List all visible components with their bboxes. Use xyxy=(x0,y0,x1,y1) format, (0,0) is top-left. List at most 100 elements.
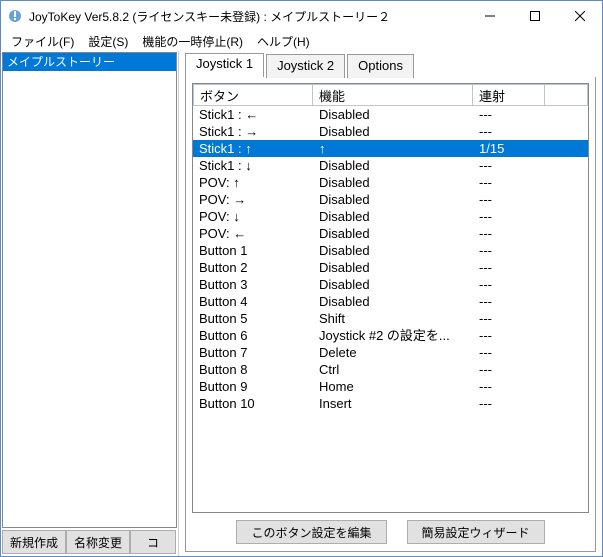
cell-function: Insert xyxy=(313,395,473,412)
cell-button: Button 5 xyxy=(193,310,313,327)
app-icon xyxy=(7,8,23,24)
col-filler xyxy=(545,84,588,106)
cell-rapid: --- xyxy=(473,344,545,361)
cell-function: Disabled xyxy=(313,259,473,276)
cell-function: Joystick #2 の設定を... xyxy=(313,327,473,344)
cell-function: Disabled xyxy=(313,208,473,225)
main-panel: Joystick 1Joystick 2Options ボタン 機能 連射 St… xyxy=(179,51,602,556)
table-row[interactable]: Button 2Disabled--- xyxy=(193,259,588,276)
cell-function: Disabled xyxy=(313,276,473,293)
menu-settings[interactable]: 設定(S) xyxy=(82,31,134,52)
cell-function: Disabled xyxy=(313,174,473,191)
cell-button: Stick1 : ← xyxy=(193,106,313,123)
cell-button: Button 2 xyxy=(193,259,313,276)
cell-rapid: 1/15 xyxy=(473,140,545,157)
cell-button: POV: → xyxy=(193,191,313,208)
cell-button: POV: ↑ xyxy=(193,174,313,191)
table-row[interactable]: Button 8Ctrl--- xyxy=(193,361,588,378)
cell-button: Button 1 xyxy=(193,242,313,259)
new-profile-button[interactable]: 新規作成 xyxy=(2,530,66,554)
titlebar[interactable]: JoyToKey Ver5.8.2 (ライセンスキー未登録) : メイプルストー… xyxy=(1,1,602,31)
easy-config-wizard[interactable]: 簡易設定ウィザード xyxy=(407,520,545,544)
minimize-button[interactable] xyxy=(467,1,512,31)
cell-button: Stick1 : ↓ xyxy=(193,157,313,174)
table-row[interactable]: Button 3Disabled--- xyxy=(193,276,588,293)
cell-button: Stick1 : → xyxy=(193,123,313,140)
sidebar-buttons: 新規作成 名称変更 コ xyxy=(1,528,178,556)
profile-list[interactable]: メイプルストーリー xyxy=(2,52,177,528)
cell-function: ↑ xyxy=(313,140,473,157)
cell-button: Button 8 xyxy=(193,361,313,378)
cell-rapid: --- xyxy=(473,395,545,412)
table-row[interactable]: Stick1 : ↓Disabled--- xyxy=(193,157,588,174)
tab-panel: ボタン 機能 連射 Stick1 : ←Disabled---Stick1 : … xyxy=(185,77,596,552)
close-button[interactable] xyxy=(557,1,602,31)
tab-joystick-2[interactable]: Joystick 2 xyxy=(266,54,345,78)
cell-rapid: --- xyxy=(473,242,545,259)
cell-button: Button 7 xyxy=(193,344,313,361)
table-row[interactable]: Button 4Disabled--- xyxy=(193,293,588,310)
menu-pause[interactable]: 機能の一時停止(R) xyxy=(136,31,249,52)
bottom-buttons: このボタン設定を編集 簡易設定ウィザード xyxy=(192,513,589,545)
cell-rapid: --- xyxy=(473,378,545,395)
table-row[interactable]: POV: →Disabled--- xyxy=(193,191,588,208)
cell-function: Shift xyxy=(313,310,473,327)
cell-button: POV: ↓ xyxy=(193,208,313,225)
cell-function: Disabled xyxy=(313,123,473,140)
tabs: Joystick 1Joystick 2Options xyxy=(185,53,596,77)
table-row[interactable]: POV: ←Disabled--- xyxy=(193,225,588,242)
maximize-button[interactable] xyxy=(512,1,557,31)
cell-function: Disabled xyxy=(313,106,473,123)
cell-function: Disabled xyxy=(313,225,473,242)
listview-body[interactable]: Stick1 : ←Disabled---Stick1 : →Disabled-… xyxy=(193,106,588,512)
cell-rapid: --- xyxy=(473,191,545,208)
profile-item[interactable]: メイプルストーリー xyxy=(3,53,176,71)
table-row[interactable]: Stick1 : ←Disabled--- xyxy=(193,106,588,123)
cell-button: POV: ← xyxy=(193,225,313,242)
table-row[interactable]: Button 9Home--- xyxy=(193,378,588,395)
cell-function: Home xyxy=(313,378,473,395)
table-row[interactable]: Button 5Shift--- xyxy=(193,310,588,327)
rename-profile-button[interactable]: 名称変更 xyxy=(66,530,130,554)
table-row[interactable]: Button 10Insert--- xyxy=(193,395,588,412)
col-button[interactable]: ボタン xyxy=(193,84,313,106)
window-title: JoyToKey Ver5.8.2 (ライセンスキー未登録) : メイプルストー… xyxy=(29,8,467,25)
table-row[interactable]: POV: ↓Disabled--- xyxy=(193,208,588,225)
cell-function: Disabled xyxy=(313,157,473,174)
cell-rapid: --- xyxy=(473,310,545,327)
tab-joystick-1[interactable]: Joystick 1 xyxy=(185,53,264,77)
col-function[interactable]: 機能 xyxy=(313,84,473,106)
cell-rapid: --- xyxy=(473,106,545,123)
tab-options[interactable]: Options xyxy=(347,54,414,78)
menu-help[interactable]: ヘルプ(H) xyxy=(251,31,316,52)
cell-rapid: --- xyxy=(473,293,545,310)
cell-button: Button 6 xyxy=(193,327,313,344)
cell-button: Button 3 xyxy=(193,276,313,293)
cell-rapid: --- xyxy=(473,225,545,242)
cell-button: Button 9 xyxy=(193,378,313,395)
edit-button-settings[interactable]: このボタン設定を編集 xyxy=(236,520,386,544)
client-area: メイプルストーリー 新規作成 名称変更 コ Joystick 1Joystick… xyxy=(1,51,602,556)
cell-rapid: --- xyxy=(473,276,545,293)
window-controls xyxy=(467,1,602,31)
cell-button: Button 4 xyxy=(193,293,313,310)
button-listview[interactable]: ボタン 機能 連射 Stick1 : ←Disabled---Stick1 : … xyxy=(192,83,589,513)
table-row[interactable]: Stick1 : ↑↑1/15 xyxy=(193,140,588,157)
cell-function: Ctrl xyxy=(313,361,473,378)
table-row[interactable]: Button 6Joystick #2 の設定を...--- xyxy=(193,327,588,344)
copy-profile-button[interactable]: コ xyxy=(130,530,176,554)
table-row[interactable]: Stick1 : →Disabled--- xyxy=(193,123,588,140)
table-row[interactable]: POV: ↑Disabled--- xyxy=(193,174,588,191)
col-rapid[interactable]: 連射 xyxy=(473,84,545,106)
cell-rapid: --- xyxy=(473,327,545,344)
cell-function: Disabled xyxy=(313,242,473,259)
cell-button: Button 10 xyxy=(193,395,313,412)
listview-header: ボタン 機能 連射 xyxy=(193,84,588,106)
cell-function: Disabled xyxy=(313,293,473,310)
menu-file[interactable]: ファイル(F) xyxy=(5,31,80,52)
table-row[interactable]: Button 1Disabled--- xyxy=(193,242,588,259)
cell-rapid: --- xyxy=(473,157,545,174)
table-row[interactable]: Button 7Delete--- xyxy=(193,344,588,361)
cell-function: Disabled xyxy=(313,191,473,208)
cell-rapid: --- xyxy=(473,361,545,378)
